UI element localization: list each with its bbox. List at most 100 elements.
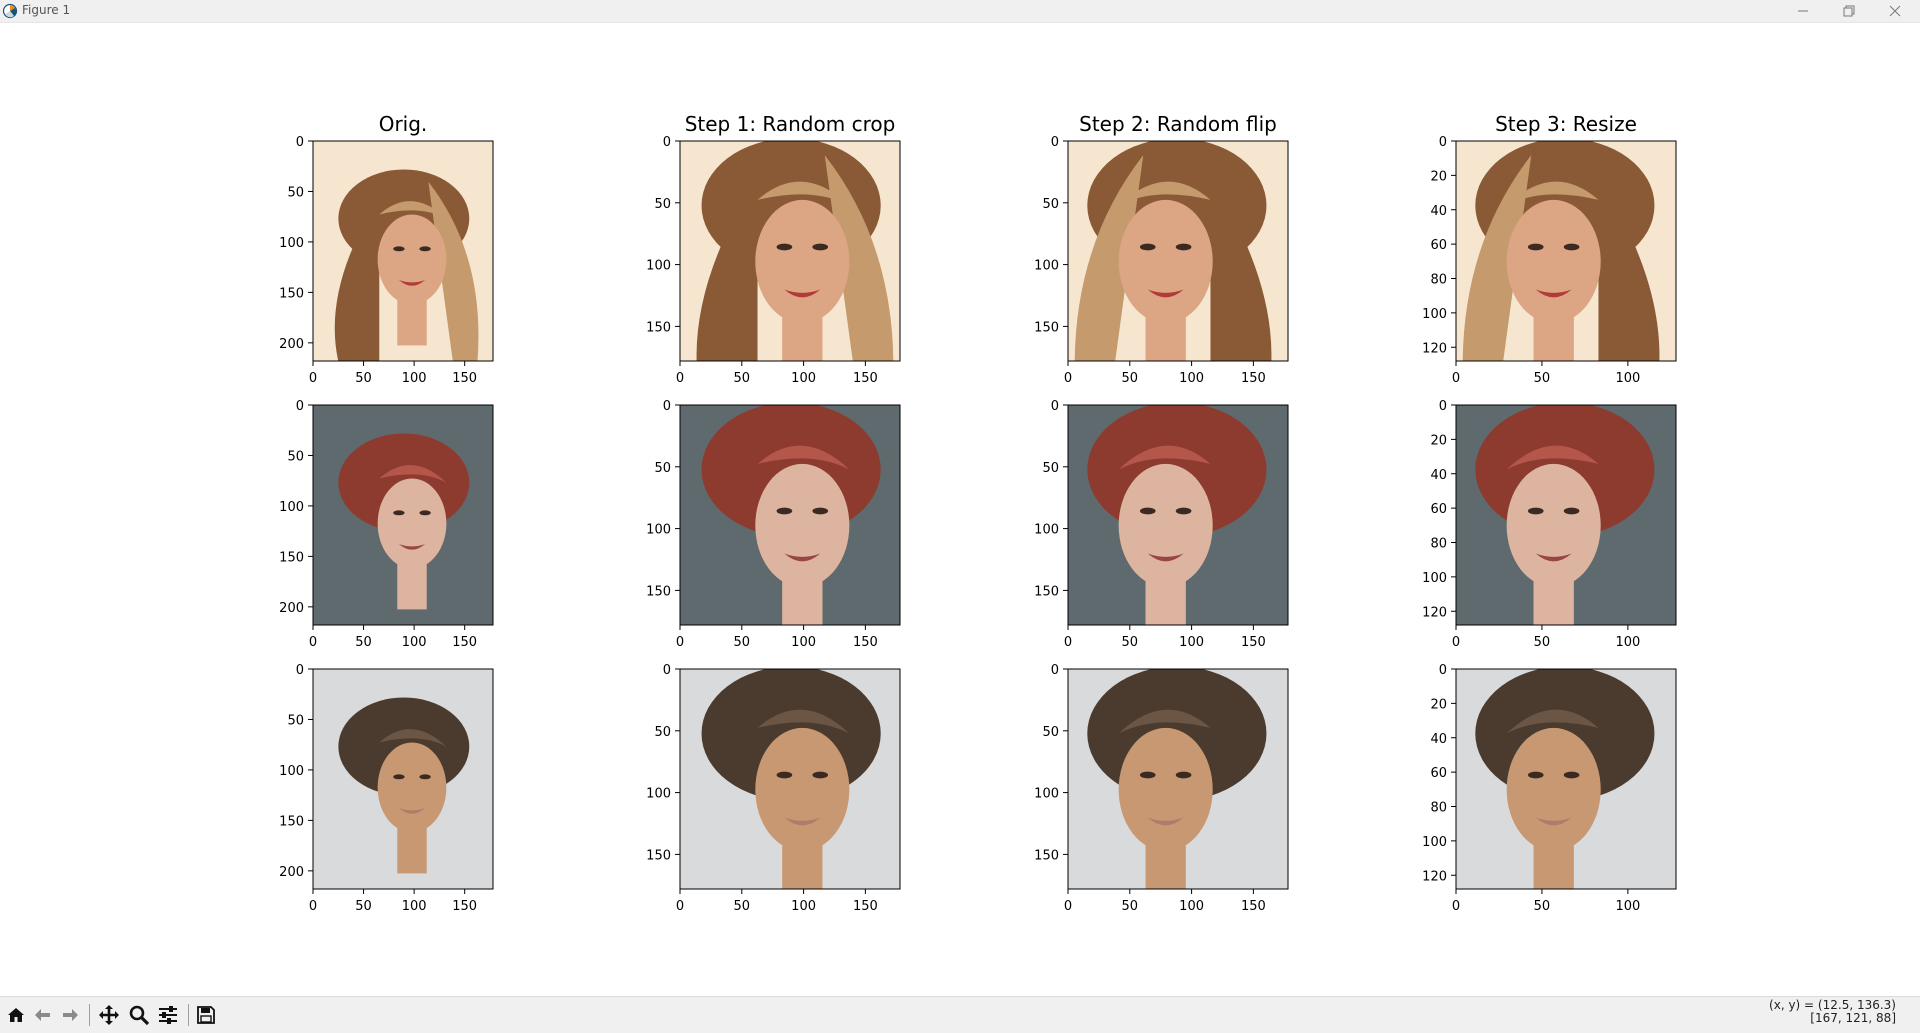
save-icon (197, 1006, 215, 1024)
x-tick-label: 50 (1122, 899, 1139, 914)
back-icon (35, 1009, 50, 1021)
pan-button[interactable] (97, 1004, 121, 1026)
zoom-button[interactable] (127, 1004, 151, 1026)
toolbar-separator (188, 1004, 189, 1026)
x-tick-label: 100 (1615, 635, 1640, 650)
x-tick-label: 50 (355, 635, 372, 650)
back-button[interactable] (31, 1004, 55, 1026)
x-tick-label: 0 (1064, 371, 1072, 386)
image-axes: 0 50 100 150 0 50 100 150 200 (279, 135, 494, 386)
x-tick-label: 100 (1179, 635, 1204, 650)
y-tick-label: 0 (1439, 399, 1447, 414)
image-axes: 0 50 100 150 0 50 100 150 (646, 663, 901, 914)
x-tick-label: 50 (1534, 635, 1551, 650)
home-button[interactable] (4, 1004, 28, 1026)
y-tick-label: 50 (287, 449, 304, 464)
y-tick-label: 0 (296, 399, 304, 414)
close-button[interactable] (1872, 0, 1918, 22)
y-tick-label: 20 (1430, 433, 1447, 448)
face-image (1456, 405, 1676, 625)
y-tick-label: 60 (1430, 238, 1447, 253)
y-tick-label: 0 (1051, 399, 1059, 414)
image-axes: 0 50 100 150 0 50 100 150 (1034, 663, 1289, 914)
image-axes: 0 50 100 150 0 50 100 150 (646, 399, 901, 650)
y-tick-label: 150 (279, 814, 304, 829)
cursor-pixel-value: [167, 121, 88] (1810, 1011, 1896, 1025)
x-tick-label: 150 (853, 899, 878, 914)
y-tick-label: 50 (654, 725, 671, 740)
y-tick-label: 100 (1422, 571, 1447, 586)
x-tick-label: 100 (1615, 899, 1640, 914)
x-tick-label: 100 (1615, 371, 1640, 386)
y-tick-label: 150 (1034, 320, 1059, 335)
y-tick-label: 100 (279, 764, 304, 779)
x-tick-label: 100 (1179, 371, 1204, 386)
x-tick-label: 50 (355, 899, 372, 914)
image-axes: 0 50 100 150 0 50 100 150 (1034, 399, 1289, 650)
y-tick-label: 150 (1034, 848, 1059, 863)
x-tick-label: 100 (402, 635, 427, 650)
y-tick-label: 50 (654, 197, 671, 212)
maximize-icon (1843, 5, 1855, 17)
y-tick-label: 40 (1430, 732, 1447, 747)
configure-subplots-icon (159, 1006, 177, 1024)
y-tick-label: 40 (1430, 204, 1447, 219)
y-tick-label: 150 (646, 584, 671, 599)
y-tick-label: 50 (1042, 197, 1059, 212)
y-tick-label: 0 (663, 663, 671, 678)
image-axes: 0 50 100 150 0 50 100 150 200 (279, 663, 494, 914)
image-axes: 0 50 100 0 20 40 60 80 100 120 (1422, 399, 1677, 650)
face-image (313, 141, 493, 361)
y-tick-label: 0 (663, 135, 671, 150)
y-tick-label: 0 (296, 663, 304, 678)
x-tick-label: 100 (402, 899, 427, 914)
y-tick-label: 0 (296, 135, 304, 150)
x-tick-label: 0 (309, 899, 317, 914)
face-image (1068, 141, 1288, 361)
save-button[interactable] (194, 1004, 218, 1026)
subplot-title: Step 1: Random crop (685, 112, 896, 136)
x-tick-label: 0 (1452, 635, 1460, 650)
maximize-button[interactable] (1826, 0, 1872, 22)
y-tick-label: 120 (1422, 341, 1447, 356)
x-tick-label: 150 (452, 635, 477, 650)
y-tick-label: 150 (646, 848, 671, 863)
x-tick-label: 150 (1241, 899, 1266, 914)
navigation-toolbar: (x, y) = (12.5, 136.3) [167, 121, 88] (0, 996, 1920, 1033)
configure-subplots-button[interactable] (156, 1004, 180, 1026)
y-tick-label: 0 (1051, 135, 1059, 150)
x-tick-label: 50 (1122, 371, 1139, 386)
x-tick-label: 100 (1179, 899, 1204, 914)
figure-canvas[interactable]: Orig. 0 50 100 150 0 50 100 150 200 0 50 100 150 0 50 10… (0, 23, 1920, 996)
x-tick-label: 50 (734, 371, 751, 386)
x-tick-label: 0 (1064, 899, 1072, 914)
subplot-title: Step 3: Resize (1495, 112, 1637, 136)
forward-button[interactable] (58, 1004, 82, 1026)
y-tick-label: 200 (279, 865, 304, 880)
face-image (313, 669, 493, 889)
subplot-title: Step 2: Random flip (1079, 112, 1277, 136)
face-image (680, 669, 900, 889)
x-tick-label: 0 (309, 635, 317, 650)
x-tick-label: 100 (791, 899, 816, 914)
face-image (680, 141, 900, 361)
y-tick-label: 60 (1430, 502, 1447, 517)
face-image (1456, 141, 1676, 361)
x-tick-label: 150 (1241, 371, 1266, 386)
x-tick-label: 100 (791, 635, 816, 650)
image-axes: 0 50 100 0 20 40 60 80 100 120 (1422, 135, 1677, 386)
y-tick-label: 50 (1042, 725, 1059, 740)
y-tick-label: 100 (1034, 259, 1059, 274)
y-tick-label: 150 (279, 286, 304, 301)
y-tick-label: 150 (1034, 584, 1059, 599)
minimize-icon (1798, 10, 1808, 12)
face-image (1068, 669, 1288, 889)
minimize-button[interactable] (1780, 0, 1826, 22)
image-axes: 0 50 100 0 20 40 60 80 100 120 (1422, 663, 1677, 914)
y-tick-label: 100 (646, 787, 671, 802)
cursor-coordinates: (x, y) = (12.5, 136.3) [167, 121, 88] (1769, 999, 1896, 1025)
face-image (313, 405, 493, 625)
close-icon (1889, 5, 1901, 17)
x-tick-label: 150 (452, 371, 477, 386)
x-tick-label: 0 (1064, 635, 1072, 650)
